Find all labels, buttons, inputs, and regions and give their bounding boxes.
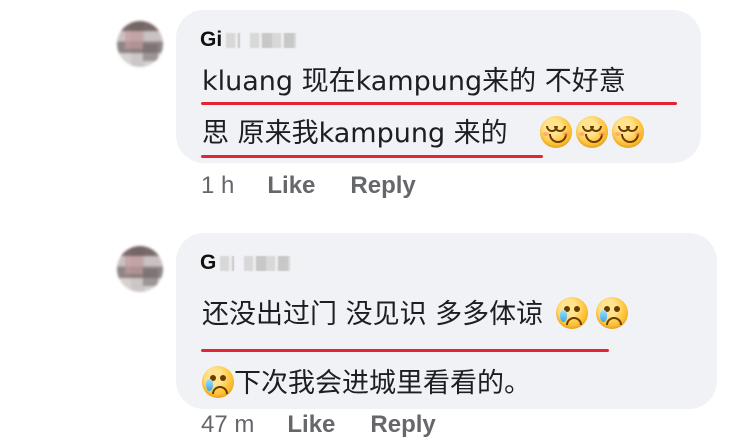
like-button[interactable]: Like: [287, 411, 335, 439]
comment-thread-item-1: Gi kluang 现在kampung来的 不好意 思 原来我kampung 来…: [0, 0, 750, 215]
crying-face-icon: [202, 366, 234, 398]
smiling-face-icon: [576, 116, 609, 148]
comment-actions: 47 m Like Reply: [201, 411, 471, 439]
emoji-tear: [559, 310, 567, 322]
crying-face-icon: [595, 297, 628, 329]
comment-author-row[interactable]: Gi: [200, 28, 297, 52]
comment-bubble[interactable]: G 还没出过门 没见识 多多体谅 下次我会进城里看看的。: [176, 233, 717, 409]
emoji-tear: [206, 379, 213, 391]
author-name[interactable]: Gi: [200, 28, 222, 52]
emoji-eye: [220, 375, 226, 381]
profile-avatar-icon[interactable]: [117, 246, 163, 292]
redacted-name-part: [250, 32, 297, 48]
emoji-blush: [563, 132, 570, 136]
profile-avatar-icon[interactable]: [117, 21, 163, 67]
comment-bubble[interactable]: Gi kluang 现在kampung来的 不好意 思 原来我kampung 来…: [176, 10, 701, 163]
emoji-blush: [599, 132, 606, 136]
comment-text: 思 原来我kampung 来的: [202, 118, 508, 149]
red-underline: [201, 155, 543, 158]
crying-face-icon: [555, 297, 588, 329]
red-underline: [201, 102, 677, 105]
comment-text-line: 思 原来我kampung 来的: [202, 116, 645, 152]
comment-timestamp[interactable]: 47 m: [201, 411, 254, 439]
comment-actions: 1 h Like Reply: [201, 172, 451, 200]
comment-timestamp[interactable]: 1 h: [201, 172, 234, 200]
emoji-mouth: [565, 317, 582, 325]
comment-text-line: 还没出过门 没见识 多多体谅: [202, 297, 628, 333]
comment-text-line: kluang 现在kampung来的 不好意: [202, 66, 626, 97]
redacted-name-part: [220, 255, 235, 271]
reply-button[interactable]: Reply: [370, 411, 435, 439]
comment-text: 还没出过门 没见识 多多体谅: [202, 299, 544, 330]
like-button[interactable]: Like: [267, 172, 315, 200]
comment-thread-item-2: G 还没出过门 没见识 多多体谅 下次我会进城里看看的。 47 m Like R…: [0, 215, 750, 443]
comment-text-line: 下次我会进城里看看的。: [202, 366, 531, 402]
emoji-mouth: [605, 317, 622, 325]
comment-text: 下次我会进城里看看的。: [234, 368, 531, 399]
emoji-mouth: [212, 386, 228, 394]
author-name[interactable]: G: [200, 251, 216, 275]
smiling-face-icon: [540, 116, 573, 148]
emoji-eye: [613, 306, 620, 312]
redacted-name-part: [226, 32, 241, 48]
smiling-face-icon: [612, 116, 645, 148]
red-underline: [201, 349, 609, 352]
emoji-blush: [635, 132, 642, 136]
comment-author-row[interactable]: G: [200, 251, 291, 275]
emoji-eye: [573, 306, 580, 312]
emoji-tear: [599, 310, 607, 322]
reply-button[interactable]: Reply: [350, 172, 415, 200]
redacted-name-part: [244, 255, 291, 271]
